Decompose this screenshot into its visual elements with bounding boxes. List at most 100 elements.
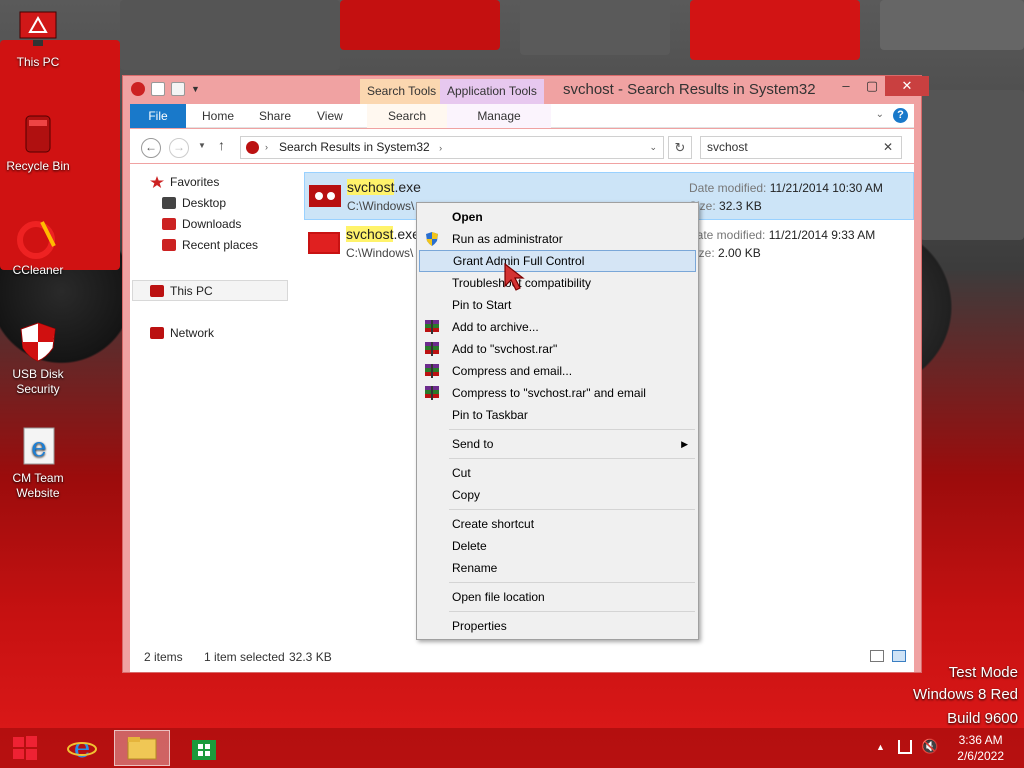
- tab-home[interactable]: Home: [188, 104, 248, 128]
- chevron-down-icon[interactable]: ▼: [191, 84, 200, 94]
- quick-access-toolbar: ▼: [131, 82, 200, 96]
- desktop-icon-usb-disk-security[interactable]: USB Disk Security: [4, 320, 72, 397]
- large-icons-view-icon[interactable]: [892, 650, 906, 662]
- taskbar-store[interactable]: [176, 730, 232, 766]
- details-view-icon[interactable]: [870, 650, 884, 662]
- breadcrumb-separator-icon: ›: [265, 142, 268, 152]
- nav-item-recent-places[interactable]: Recent places: [162, 235, 258, 255]
- menu-item-create-shortcut[interactable]: Create shortcut: [419, 513, 696, 535]
- menu-item-copy[interactable]: Copy: [419, 484, 696, 506]
- desktop-icon-this-pc[interactable]: This PC: [4, 8, 72, 70]
- internet-explorer-icon: e: [23, 427, 55, 465]
- menu-item-troubleshoot-compatibility[interactable]: Troubleshoot compatibility: [419, 272, 696, 294]
- menu-item-grant-admin-full-control[interactable]: Grant Admin Full Control: [419, 250, 696, 272]
- navigation-pane: Favorites Desktop Downloads Recent place…: [130, 164, 290, 642]
- windows-logo-icon: [13, 736, 37, 760]
- search-input[interactable]: svchost ✕: [700, 136, 902, 159]
- address-bar[interactable]: › Search Results in System32 › ⌄: [240, 136, 664, 159]
- search-location-icon: [246, 141, 259, 154]
- desktop-folder-icon: [162, 197, 176, 209]
- clock[interactable]: 3:36 AM 2/6/2022: [957, 732, 1004, 764]
- watermark-build: Build 9600: [947, 710, 1018, 727]
- ccleaner-icon: [17, 221, 56, 259]
- tab-share[interactable]: Share: [245, 104, 305, 128]
- network-icon: [150, 327, 164, 339]
- close-button[interactable]: ✕: [885, 76, 929, 96]
- tab-manage[interactable]: Manage: [447, 104, 551, 128]
- menu-item-send-to[interactable]: Send to ▶: [419, 433, 696, 455]
- winrar-icon: [425, 364, 439, 378]
- star-icon: [150, 176, 164, 188]
- tab-application-tools-context: Application Tools: [440, 79, 544, 104]
- start-button[interactable]: [0, 730, 50, 766]
- recent-locations-icon[interactable]: ▼: [198, 141, 206, 150]
- menu-item-delete[interactable]: Delete: [419, 535, 696, 557]
- desktop-icon-ccleaner[interactable]: CCleaner: [4, 216, 72, 278]
- refresh-button[interactable]: ↻: [668, 136, 692, 159]
- nav-item-this-pc[interactable]: This PC: [150, 281, 213, 301]
- menu-item-pin-to-taskbar[interactable]: Pin to Taskbar: [419, 404, 696, 426]
- folder-icon: [127, 737, 157, 760]
- nav-item-favorites[interactable]: Favorites: [150, 172, 219, 192]
- maximize-button[interactable]: ▢: [859, 76, 885, 96]
- menu-item-add-to-archive[interactable]: Add to archive...: [419, 316, 696, 338]
- application-icon: [309, 185, 341, 207]
- watermark-test-mode: Test Mode: [948, 664, 1018, 681]
- tab-view[interactable]: View: [303, 104, 357, 128]
- help-icon[interactable]: ?: [893, 108, 908, 123]
- file-path: C:\Windows\: [346, 246, 414, 260]
- menu-separator: [449, 611, 695, 612]
- taskbar-internet-explorer[interactable]: e: [54, 730, 110, 766]
- nav-item-desktop[interactable]: Desktop: [162, 193, 226, 213]
- desktop-icon-label: Recycle Bin: [6, 159, 70, 173]
- up-button[interactable]: ↑: [218, 137, 225, 153]
- menu-separator: [449, 458, 695, 459]
- tab-file[interactable]: File: [130, 104, 186, 128]
- desktop-icon-label: USB Disk Security: [12, 367, 64, 396]
- volume-muted-icon[interactable]: 🔇: [921, 738, 938, 755]
- new-folder-icon[interactable]: [171, 82, 185, 96]
- menu-item-compress-to-rar-and-email[interactable]: Compress to "svchost.rar" and email: [419, 382, 696, 404]
- breadcrumb-separator-icon: ›: [439, 143, 443, 153]
- tab-search[interactable]: Search: [367, 104, 447, 128]
- status-bar: 2 items 1 item selected 32.3 KB: [130, 642, 914, 672]
- ribbon-tabs: File Home Share View Search Manage ⌄ ?: [130, 104, 914, 128]
- nav-item-network[interactable]: Network: [150, 323, 214, 343]
- tray-show-hidden-icon[interactable]: ▲: [876, 742, 885, 752]
- menu-item-open-file-location[interactable]: Open file location: [419, 586, 696, 608]
- menu-separator: [449, 429, 695, 430]
- menu-item-cut[interactable]: Cut: [419, 462, 696, 484]
- desktop-icon-recycle-bin[interactable]: Recycle Bin: [4, 112, 72, 174]
- ribbon-expand-icon[interactable]: ⌄: [876, 109, 884, 120]
- desktop-icon-cm-team-website[interactable]: e CM Team Website: [4, 424, 72, 501]
- menu-item-properties[interactable]: Properties: [419, 615, 696, 637]
- svg-text:e: e: [31, 433, 46, 463]
- nav-item-downloads[interactable]: Downloads: [162, 214, 241, 234]
- file-path: C:\Windows\: [347, 199, 415, 213]
- winrar-icon: [425, 386, 439, 400]
- tab-search-tools-context: Search Tools: [360, 79, 444, 104]
- shield-icon: [20, 322, 56, 362]
- breadcrumb[interactable]: Search Results in System32: [279, 140, 430, 154]
- clear-search-icon[interactable]: ✕: [883, 137, 893, 158]
- menu-item-open[interactable]: Open: [419, 206, 696, 228]
- navigation-bar: ← → ▼ ↑ › Search Results in System32 › ⌄…: [130, 129, 914, 163]
- mouse-cursor-icon: [504, 262, 525, 291]
- taskbar-file-explorer[interactable]: [114, 730, 170, 766]
- menu-item-run-as-administrator[interactable]: Run as administrator: [419, 228, 696, 250]
- back-button[interactable]: ←: [141, 138, 161, 158]
- network-tray-icon[interactable]: [898, 740, 912, 754]
- clock-date: 2/6/2022: [957, 749, 1004, 763]
- clock-time: 3:36 AM: [958, 733, 1003, 747]
- properties-icon[interactable]: [151, 82, 165, 96]
- menu-item-compress-and-email[interactable]: Compress and email...: [419, 360, 696, 382]
- address-dropdown-icon[interactable]: ⌄: [649, 137, 657, 158]
- forward-button[interactable]: →: [169, 138, 189, 158]
- app-icon[interactable]: [131, 82, 145, 96]
- desktop-icon-label: CCleaner: [12, 263, 64, 277]
- menu-item-rename[interactable]: Rename: [419, 557, 696, 579]
- menu-item-add-to-svchost-rar[interactable]: Add to "svchost.rar": [419, 338, 696, 360]
- minimize-button[interactable]: –: [833, 76, 859, 96]
- desktop-icon-label: This PC: [16, 55, 60, 69]
- menu-item-pin-to-start[interactable]: Pin to Start: [419, 294, 696, 316]
